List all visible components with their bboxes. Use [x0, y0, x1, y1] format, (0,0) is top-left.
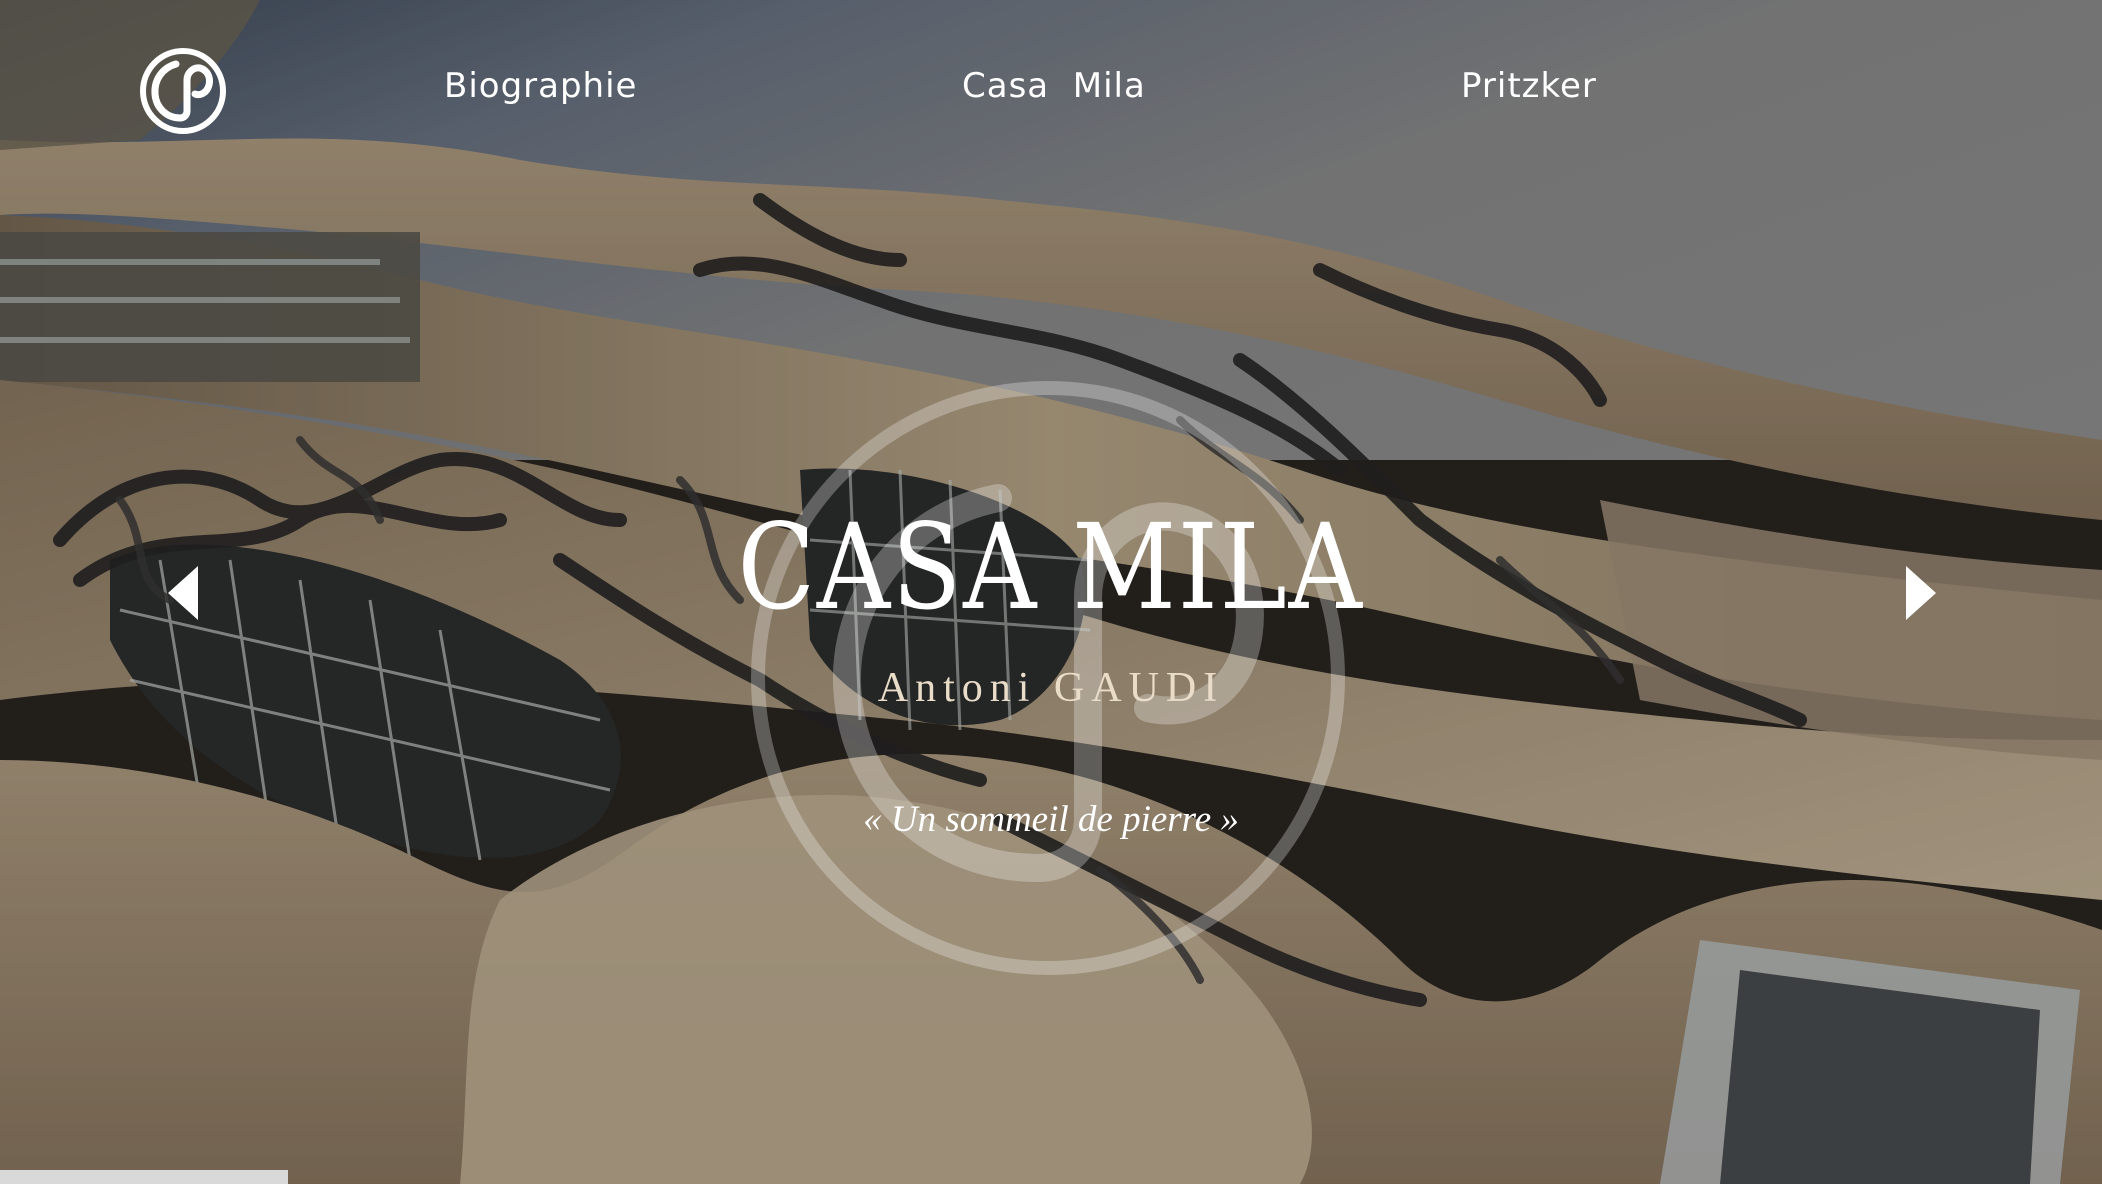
scroll-indicator	[0, 1170, 288, 1184]
hero-slide: Biographie Casa Mila Pritzker CASA MILA …	[0, 0, 2102, 1184]
nav-link-casa-mila[interactable]: Casa Mila	[962, 66, 1146, 106]
arrow-right-icon[interactable]	[1900, 564, 1940, 622]
hero-quote: « Un sommeil de pierre »	[863, 799, 1239, 840]
nav-link-pritzker[interactable]: Pritzker	[1461, 66, 1597, 106]
nav-link-biographie[interactable]: Biographie	[444, 66, 637, 106]
hero-architect: Antoni GAUDI	[877, 665, 1225, 711]
hero-title: CASA MILA	[737, 498, 1364, 636]
arrow-left-icon[interactable]	[164, 564, 204, 622]
gaudi-monogram-icon[interactable]	[138, 46, 228, 136]
